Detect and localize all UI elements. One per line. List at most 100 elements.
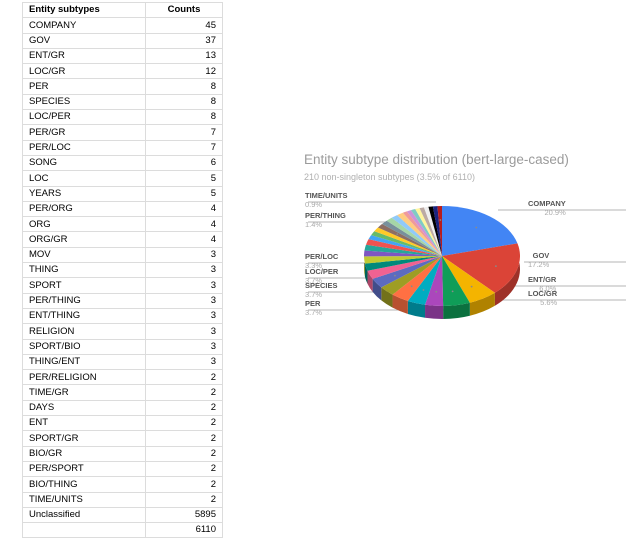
chart-title: Entity subtype distribution (bert-large-… bbox=[304, 152, 569, 167]
pie-anchor-dot bbox=[396, 233, 398, 235]
chart-subtitle: 210 non-singleton subtypes (3.5% of 6110… bbox=[304, 172, 475, 182]
pie-anchor-dot bbox=[394, 275, 396, 277]
cell-entity-subtype: TIME/GR bbox=[23, 385, 146, 400]
callout-company-pct: 20.9% bbox=[528, 208, 566, 217]
callout-per-thing: PER/THING 1.4% bbox=[305, 211, 346, 229]
cell-entity-subtype: BIO/THING bbox=[23, 477, 146, 492]
callout-loc-gr: LOC/GR 5.6% bbox=[528, 289, 557, 307]
callout-time-units-name: TIME/UNITS bbox=[305, 191, 348, 200]
callout-species-name: SPECIES bbox=[305, 281, 338, 290]
cell-entity-subtype: DAYS bbox=[23, 400, 146, 415]
table-row: SPORT/GR2 bbox=[23, 431, 223, 446]
cell-entity-subtype: Unclassified bbox=[23, 507, 146, 522]
table-row: TIME/UNITS2 bbox=[23, 492, 223, 507]
callout-per-loc-name: PER/LOC bbox=[305, 252, 338, 261]
cell-count: 5895 bbox=[146, 507, 223, 522]
pie-anchor-dot bbox=[452, 290, 454, 292]
cell-entity-subtype: LOC/PER bbox=[23, 110, 146, 125]
cell-entity-subtype: LOC bbox=[23, 171, 146, 186]
cell-entity-subtype: GOV bbox=[23, 33, 146, 48]
column-header-entity-subtypes: Entity subtypes bbox=[23, 3, 146, 18]
cell-count: 2 bbox=[146, 400, 223, 415]
table-row: SPORT3 bbox=[23, 278, 223, 293]
table-row: 6110 bbox=[23, 523, 223, 538]
table-row: LOC/PER8 bbox=[23, 110, 223, 125]
cell-entity-subtype: PER/THING bbox=[23, 293, 146, 308]
cell-count: 3 bbox=[146, 308, 223, 323]
table-body: COMPANY45GOV37ENT/GR13LOC/GR12PER8SPECIE… bbox=[23, 18, 223, 538]
callout-loc-gr-name: LOC/GR bbox=[528, 289, 557, 298]
pie-anchor-dot bbox=[495, 265, 497, 267]
counts-table: Entity subtypes Counts COMPANY45GOV37ENT… bbox=[22, 2, 223, 538]
table-row: MOV3 bbox=[23, 247, 223, 262]
cell-count: 6110 bbox=[146, 523, 223, 538]
pie-slices bbox=[364, 206, 520, 306]
callout-time-units: TIME/UNITS 0.9% bbox=[305, 191, 348, 209]
cell-entity-subtype: PER/LOC bbox=[23, 140, 146, 155]
cell-count: 4 bbox=[146, 201, 223, 216]
table-row: COMPANY45 bbox=[23, 18, 223, 33]
cell-count: 7 bbox=[146, 125, 223, 140]
cell-count: 3 bbox=[146, 263, 223, 278]
cell-entity-subtype: PER/GR bbox=[23, 125, 146, 140]
table-row: SPORT/BIO3 bbox=[23, 339, 223, 354]
cell-count: 8 bbox=[146, 110, 223, 125]
callout-company-name: COMPANY bbox=[528, 199, 566, 208]
table-row: ORG/GR4 bbox=[23, 232, 223, 247]
table-row: PER/THING3 bbox=[23, 293, 223, 308]
cell-entity-subtype: SPORT/GR bbox=[23, 431, 146, 446]
callout-per-name: PER bbox=[305, 299, 322, 308]
table-row: THING/ENT3 bbox=[23, 354, 223, 369]
cell-count: 2 bbox=[146, 446, 223, 461]
entity-subtype-counts-table: Entity subtypes Counts COMPANY45GOV37ENT… bbox=[22, 2, 196, 538]
cell-count: 6 bbox=[146, 155, 223, 170]
cell-count: 2 bbox=[146, 492, 223, 507]
pie-anchor-dot bbox=[435, 291, 437, 293]
cell-entity-subtype: ORG bbox=[23, 217, 146, 232]
table-row: PER/RELIGION2 bbox=[23, 370, 223, 385]
cell-entity-subtype: BIO/GR bbox=[23, 446, 146, 461]
cell-count: 2 bbox=[146, 370, 223, 385]
cell-entity-subtype: PER bbox=[23, 79, 146, 94]
cell-count: 3 bbox=[146, 324, 223, 339]
pie-anchor-dot bbox=[471, 286, 473, 288]
table-row: PER8 bbox=[23, 79, 223, 94]
table-row: TIME/GR2 bbox=[23, 385, 223, 400]
callout-time-units-pct: 0.9% bbox=[305, 200, 348, 209]
cell-entity-subtype: ENT bbox=[23, 416, 146, 431]
callout-ent-gr-name: ENT/GR bbox=[528, 275, 556, 284]
cell-count: 45 bbox=[146, 18, 223, 33]
table-row: SONG6 bbox=[23, 155, 223, 170]
cell-entity-subtype: ORG/GR bbox=[23, 232, 146, 247]
table-row: BIO/THING2 bbox=[23, 477, 223, 492]
table-row: PER/ORG4 bbox=[23, 201, 223, 216]
table-header-row: Entity subtypes Counts bbox=[23, 3, 223, 18]
cell-count: 3 bbox=[146, 293, 223, 308]
cell-entity-subtype: YEARS bbox=[23, 186, 146, 201]
cell-entity-subtype: RELIGION bbox=[23, 324, 146, 339]
pie-chart-panel: Entity subtype distribution (bert-large-… bbox=[296, 148, 640, 340]
cell-entity-subtype: SPORT bbox=[23, 278, 146, 293]
table-row: PER/GR7 bbox=[23, 125, 223, 140]
cell-entity-subtype: SONG bbox=[23, 155, 146, 170]
cell-count: 2 bbox=[146, 431, 223, 446]
cell-entity-subtype: MOV bbox=[23, 247, 146, 262]
cell-count: 5 bbox=[146, 171, 223, 186]
table-row: SPECIES8 bbox=[23, 94, 223, 109]
callout-gov-pct: 17.2% bbox=[528, 260, 549, 269]
table-row: THING3 bbox=[23, 263, 223, 278]
callout-company: COMPANY 20.9% bbox=[528, 199, 566, 217]
cell-entity-subtype: PER/ORG bbox=[23, 201, 146, 216]
table-row: PER/SPORT2 bbox=[23, 461, 223, 476]
cell-entity-subtype: COMPANY bbox=[23, 18, 146, 33]
callout-per-pct: 3.7% bbox=[305, 308, 322, 317]
cell-entity-subtype: SPORT/BIO bbox=[23, 339, 146, 354]
table-header: Entity subtypes Counts bbox=[23, 3, 223, 18]
table-row: PER/LOC7 bbox=[23, 140, 223, 155]
cell-count: 2 bbox=[146, 385, 223, 400]
callout-per: PER 3.7% bbox=[305, 299, 322, 317]
callout-loc-gr-pct: 5.6% bbox=[528, 298, 557, 307]
pie-anchor-dot bbox=[475, 227, 477, 229]
table-row: ENT2 bbox=[23, 416, 223, 431]
cell-count: 3 bbox=[146, 278, 223, 293]
